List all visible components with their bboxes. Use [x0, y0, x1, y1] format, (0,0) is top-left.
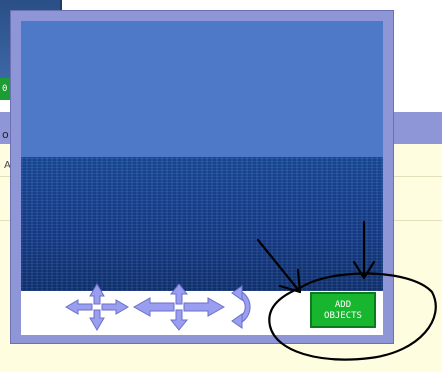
pan-arrows-icon[interactable] [64, 282, 130, 332]
rotate-icon[interactable] [228, 284, 262, 330]
scene-sea [21, 157, 383, 291]
background-row-text: o [2, 128, 9, 141]
scene-viewport[interactable] [21, 21, 383, 291]
move-arrows-icon[interactable] [132, 282, 226, 332]
add-objects-label-line2: OBJECTS [324, 311, 362, 321]
add-objects-label-line1: ADD [334, 300, 352, 310]
add-objects-button[interactable]: ADD OBJECTS [310, 292, 376, 328]
scene-sky [21, 21, 383, 157]
